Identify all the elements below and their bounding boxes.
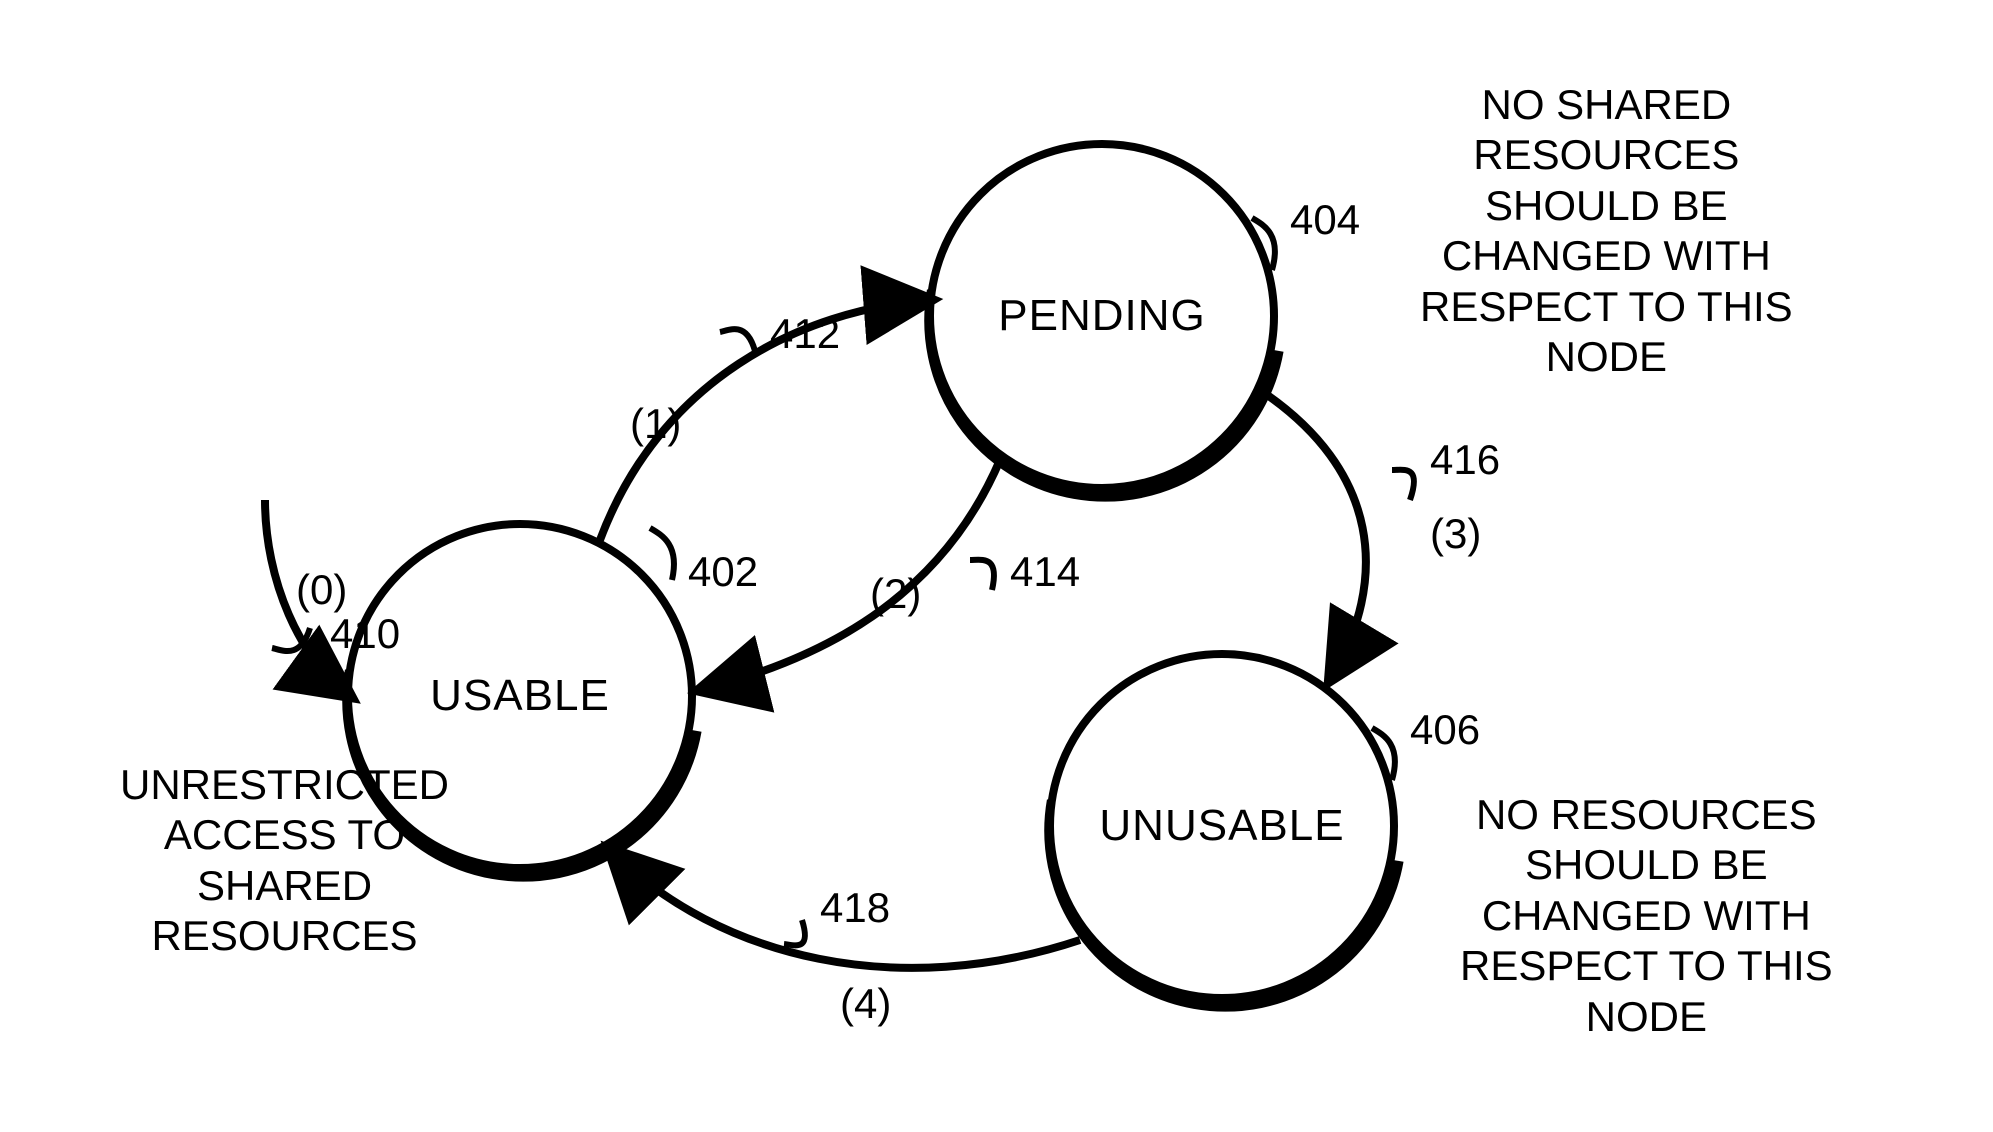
ref-402: 402: [688, 548, 758, 596]
node-unusable-desc: NO RESOURCES SHOULD BE CHANGED WITH RESP…: [1460, 790, 1833, 1042]
node-usable-desc: UNRESTRICTED ACCESS TO SHARED RESOURCES: [120, 760, 449, 962]
ref-412: 412: [770, 310, 840, 358]
ref-404: 404: [1290, 196, 1360, 244]
node-pending-label: PENDING: [998, 291, 1205, 341]
ref-414: 414: [1010, 548, 1080, 596]
edge-2-label: (2): [870, 570, 921, 618]
state-diagram: USABLE PENDING UNUSABLE UNRESTRICTED ACC…: [0, 0, 1993, 1132]
ref-418: 418: [820, 884, 890, 932]
edge-0-label: (0): [296, 566, 347, 614]
ref-410: 410: [330, 610, 400, 658]
edge-1-label: (1): [630, 400, 681, 448]
node-unusable-label: UNUSABLE: [1099, 801, 1344, 851]
edge-3: [1260, 390, 1366, 680]
ref-406: 406: [1410, 706, 1480, 754]
ref-416: 416: [1430, 436, 1500, 484]
edge-3-label: (3): [1430, 510, 1481, 558]
node-pending-desc: NO SHARED RESOURCES SHOULD BE CHANGED WI…: [1420, 80, 1793, 382]
edge-4-label: (4): [840, 980, 891, 1028]
node-usable-label: USABLE: [430, 671, 610, 721]
